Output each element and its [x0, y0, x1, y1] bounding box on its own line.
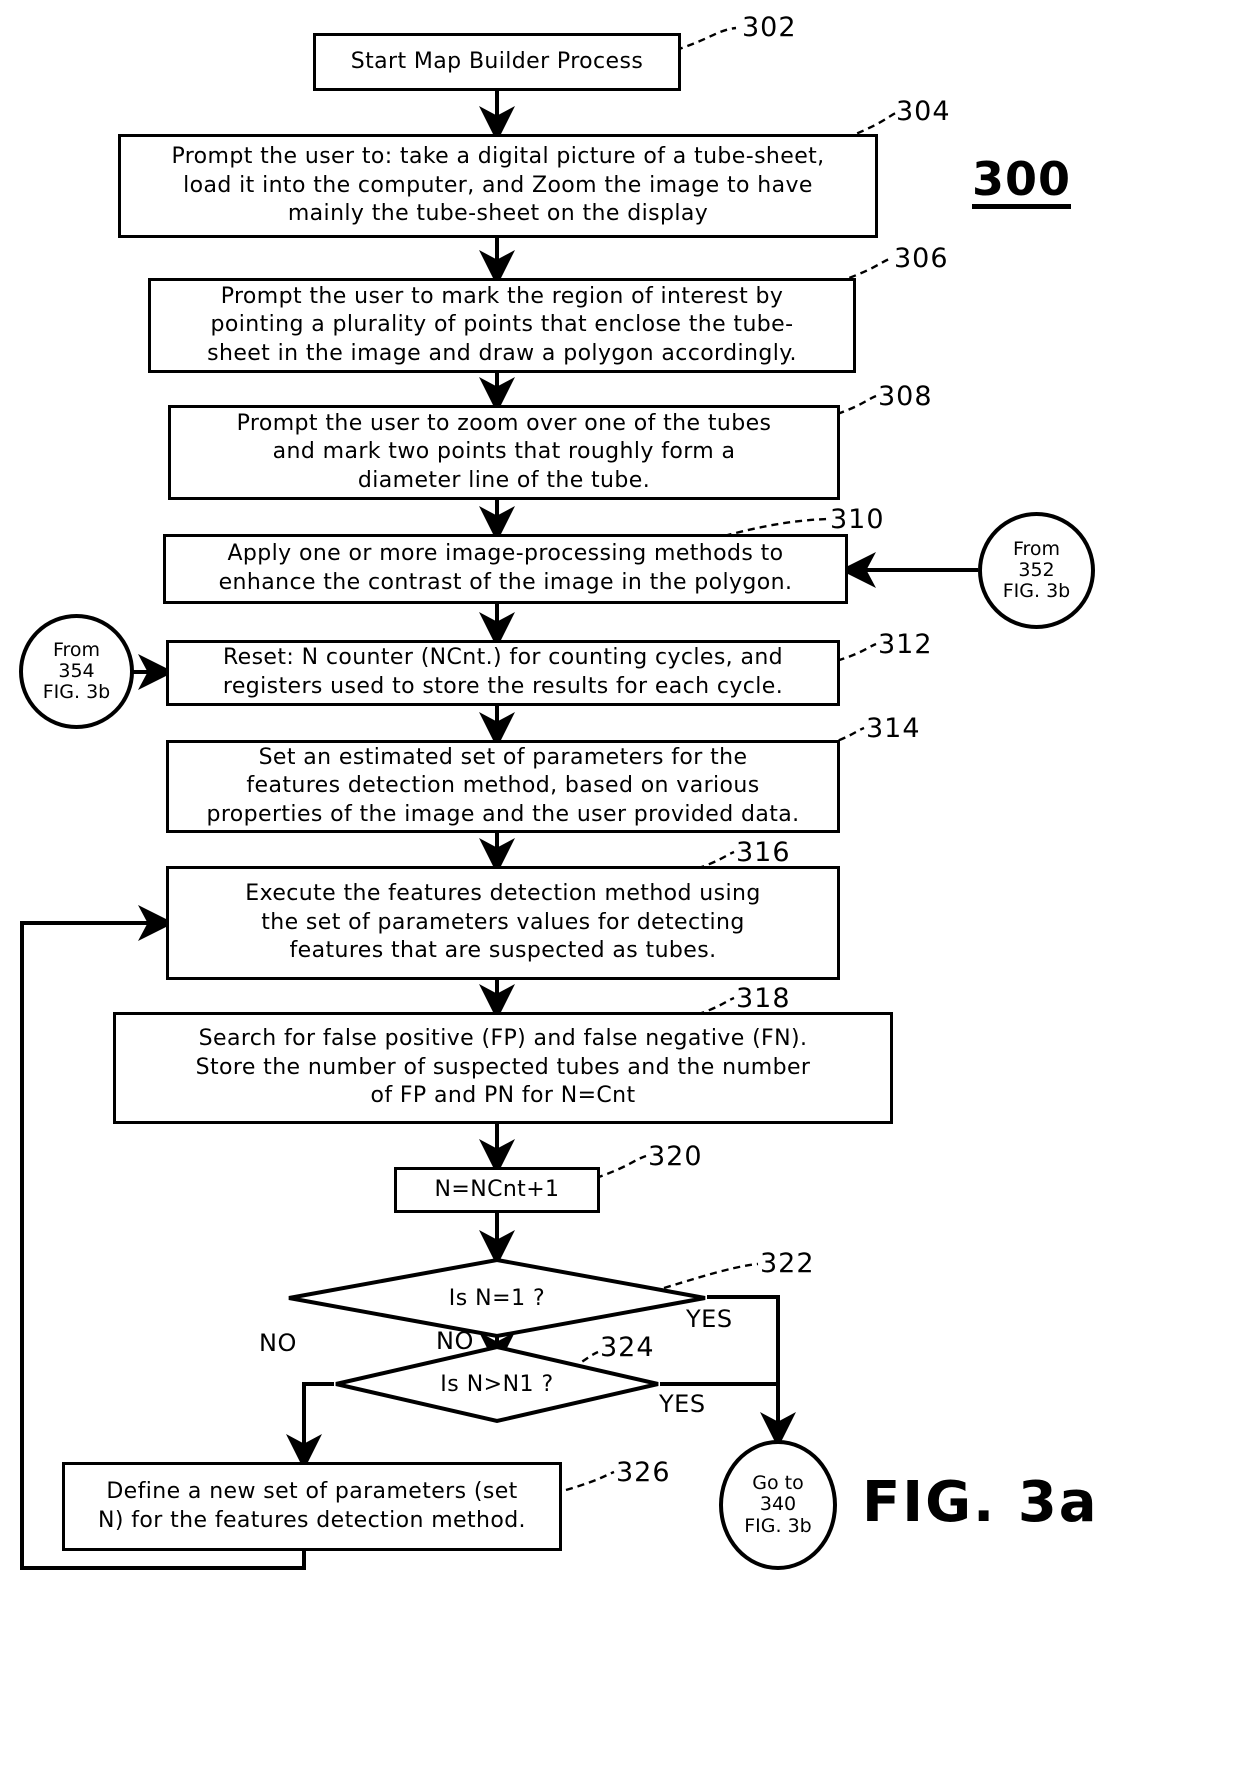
reference-numeral-308: 308	[878, 381, 933, 412]
edge-label-yes-324: YES	[659, 1390, 706, 1418]
process-box-306[interactable]: Prompt the user to mark the region of in…	[148, 278, 856, 373]
process-box-316-label: Execute the features detection method us…	[245, 881, 761, 964]
connector-from-352-label: From 352 FIG. 3b	[1002, 537, 1071, 603]
edge-label-no-322: NO	[436, 1327, 474, 1355]
connector-go-to-340[interactable]: Go to 340 FIG. 3b	[719, 1440, 837, 1570]
reference-numeral-320: 320	[648, 1141, 703, 1172]
process-box-304-label: Prompt the user to: take a digital pictu…	[171, 144, 825, 227]
figure-canvas: Start Map Builder Process Prompt the use…	[0, 0, 1240, 1772]
process-box-314-label: Set an estimated set of parameters for t…	[206, 744, 800, 827]
reference-numeral-312: 312	[878, 629, 933, 660]
process-box-310-label: Apply one or more image-processing metho…	[218, 541, 793, 595]
reference-numeral-316: 316	[736, 837, 791, 868]
process-box-310[interactable]: Apply one or more image-processing metho…	[163, 534, 848, 604]
process-box-318-label: Search for false positive (FP) and false…	[195, 1026, 811, 1109]
process-box-304[interactable]: Prompt the user to: take a digital pictu…	[118, 134, 878, 238]
process-box-314[interactable]: Set an estimated set of parameters for t…	[166, 740, 840, 833]
connector-from-354-label: From 354 FIG. 3b	[42, 638, 111, 704]
figure-number-300: 300	[972, 156, 1072, 209]
process-box-312[interactable]: Reset: N counter (NCnt.) for counting cy…	[166, 640, 840, 706]
edge-label-yes-322: YES	[686, 1305, 733, 1333]
reference-numeral-322: 322	[760, 1248, 815, 1279]
process-box-320-label: N=NCnt+1	[434, 1176, 560, 1202]
decision-diamond-322-label: Is N=1 ?	[448, 1285, 546, 1311]
reference-numeral-310: 310	[830, 504, 885, 535]
process-box-302[interactable]: Start Map Builder Process	[313, 33, 681, 91]
reference-numeral-304: 304	[896, 96, 951, 127]
process-box-306-label: Prompt the user to mark the region of in…	[207, 283, 797, 366]
edge-label-no-324: NO	[259, 1329, 297, 1357]
process-box-326[interactable]: Define a new set of parameters (set N) f…	[62, 1462, 562, 1551]
process-box-318[interactable]: Search for false positive (FP) and false…	[113, 1012, 893, 1124]
reference-numeral-324: 324	[600, 1332, 655, 1363]
process-box-308[interactable]: Prompt the user to zoom over one of the …	[168, 405, 840, 500]
decision-diamond-322[interactable]: Is N=1 ?	[287, 1257, 707, 1339]
connector-from-352[interactable]: From 352 FIG. 3b	[978, 512, 1095, 629]
figure-title: FIG. 3a	[862, 1470, 1099, 1535]
process-box-302-label: Start Map Builder Process	[350, 48, 644, 74]
process-box-308-label: Prompt the user to zoom over one of the …	[236, 410, 772, 493]
reference-numeral-306: 306	[894, 243, 949, 274]
process-box-320[interactable]: N=NCnt+1	[394, 1167, 600, 1213]
reference-numeral-314: 314	[866, 713, 921, 744]
reference-numeral-318: 318	[736, 983, 791, 1014]
connector-go-to-340-label: Go to 340 FIG. 3b	[744, 1472, 812, 1537]
reference-numeral-302: 302	[742, 12, 797, 43]
process-box-316[interactable]: Execute the features detection method us…	[166, 866, 840, 980]
reference-numeral-326: 326	[616, 1457, 671, 1488]
process-box-312-label: Reset: N counter (NCnt.) for counting cy…	[222, 645, 784, 699]
process-box-326-label: Define a new set of parameters (set N) f…	[98, 1478, 526, 1533]
connector-from-354[interactable]: From 354 FIG. 3b	[19, 614, 134, 729]
